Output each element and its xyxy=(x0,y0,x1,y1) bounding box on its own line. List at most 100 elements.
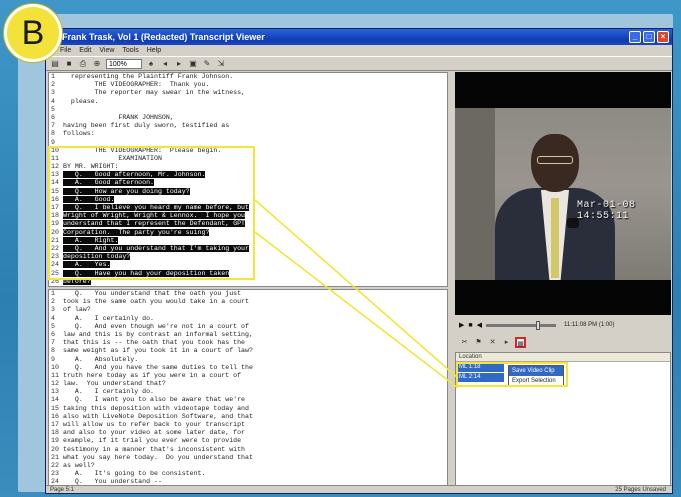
transcript-line[interactable]: 2 took is the same oath you would take in… xyxy=(49,298,447,306)
print-icon[interactable]: ⎙ xyxy=(78,59,88,69)
transcript-line[interactable]: 7 having been first duly sworn, testified… xyxy=(49,122,447,130)
playback-clock: 11:11:08 PM (1:00) xyxy=(564,322,615,328)
transcript-line[interactable]: 6 law and this is by contrast an informal… xyxy=(49,331,447,339)
menu-view[interactable]: View xyxy=(99,45,114,56)
line-text: Q. You understand that the oath you just xyxy=(63,290,242,297)
clip-toolbar: ✂ ⚑ ✕ ▸ ▦ xyxy=(455,334,671,350)
title-bar: Frank Trask, Vol 1 (Redacted) Transcript… xyxy=(46,29,672,45)
transcript-line[interactable]: 1 representing the Plaintiff Frank Johns… xyxy=(49,73,447,81)
line-text: The reporter may swear in the witness, xyxy=(63,89,246,97)
transcript-line[interactable]: 2 THE VIDEOGRAPHER: Thank you. xyxy=(49,81,447,89)
highlight-callout-box xyxy=(48,146,255,280)
transcript-line[interactable]: 12 law. You understand that? xyxy=(49,380,447,388)
line-text: truth here today as if you were in a cou… xyxy=(63,371,242,379)
marker-icon[interactable]: ✎ xyxy=(202,59,212,69)
line-number: 21 xyxy=(51,453,59,461)
transcript-pane-bottom[interactable]: 1 Q. You understand that the oath you ju… xyxy=(48,289,448,489)
playback-slider[interactable] xyxy=(486,320,557,330)
menu-file[interactable]: File xyxy=(60,45,71,56)
line-text: and also to your video at some later dat… xyxy=(63,429,246,437)
line-text: of law? xyxy=(63,306,91,314)
transcript-line[interactable]: 27 A. I have not. xyxy=(49,285,447,286)
menu-help[interactable]: Help xyxy=(147,45,161,56)
line-text: THE VIDEOGRAPHER: Thank you. xyxy=(63,81,210,89)
transcript-line[interactable]: 9 A. Absolutely. xyxy=(49,356,447,364)
line-number: 12 xyxy=(51,380,59,388)
line-text: same weight as if you took it in a court… xyxy=(63,347,253,355)
menu-bar: File Edit View Tools Help xyxy=(46,45,672,56)
delete-icon[interactable]: ✕ xyxy=(487,337,498,348)
play-icon[interactable]: ▶ xyxy=(459,321,464,329)
transcript-line[interactable]: 4 please. xyxy=(49,98,447,106)
video-player[interactable]: Mar-01-08 14:55:11 xyxy=(455,72,671,315)
export-icon[interactable]: ⇲ xyxy=(216,59,226,69)
line-text: testimony in a manner that's inconsisten… xyxy=(63,445,246,453)
line-number: 4 xyxy=(51,314,55,322)
transcript-line[interactable]: 7 that this is -- the oath that you took … xyxy=(49,339,447,347)
transcript-line[interactable]: 21 what you say here today. Do you unders… xyxy=(49,454,447,462)
transcript-line[interactable]: 10 Q. And you have the same duties to te… xyxy=(49,364,447,372)
zoom-select[interactable]: 100% xyxy=(106,58,142,69)
line-text: follows: xyxy=(63,130,95,138)
transcript-line[interactable]: 13 A. I certainly do. xyxy=(49,388,447,396)
transcript-line[interactable]: 1 Q. You understand that the oath you ju… xyxy=(49,290,447,298)
transcript-line[interactable]: 3 The reporter may swear in the witness, xyxy=(49,89,447,97)
close-button[interactable]: × xyxy=(657,31,669,43)
flag-icon[interactable]: ⚑ xyxy=(473,337,484,348)
line-number: 15 xyxy=(51,404,59,412)
transcript-line[interactable]: 5 Q. And even though we're not in a cour… xyxy=(49,323,447,331)
line-number: 14 xyxy=(51,396,59,404)
transcript-line[interactable]: 11 truth here today as if you were in a c… xyxy=(49,372,447,380)
transcript-line[interactable]: 8 same weight as if you took it in a cour… xyxy=(49,347,447,355)
line-text: A. Absolutely. xyxy=(63,355,139,363)
transcript-line[interactable]: 4 A. I certainly do. xyxy=(49,315,447,323)
line-text: having been first duly sworn, testified … xyxy=(63,122,230,130)
transcript-line[interactable]: 5 xyxy=(49,106,447,114)
transcript-line[interactable]: 20 testimony in a manner that's inconsist… xyxy=(49,446,447,454)
line-number: 3 xyxy=(51,89,55,97)
line-number: 1 xyxy=(51,73,55,80)
minimize-button[interactable]: _ xyxy=(629,31,641,43)
zoom-icon[interactable]: ⊕ xyxy=(92,59,102,69)
main-toolbar: ▤ ■ ⎙ ⊕ 100% ♠ ◂ ▸ ▣ ✎ ⇲ xyxy=(46,56,672,71)
prev-icon[interactable]: ◂ xyxy=(160,59,170,69)
step-badge: B xyxy=(4,4,62,62)
transcript-line[interactable]: 16 also with LiveNote Deposition Software… xyxy=(49,413,447,421)
line-number: 2 xyxy=(51,81,55,89)
transcript-line[interactable]: 23 A. It's going to be consistent. xyxy=(49,470,447,478)
play-clip-icon[interactable]: ▸ xyxy=(501,337,512,348)
next-icon[interactable]: ▸ xyxy=(174,59,184,69)
line-text: FRANK JOHNSON, xyxy=(63,113,174,121)
transcript-line[interactable]: 15 taking this deposition with videotape … xyxy=(49,405,447,413)
line-number: 2 xyxy=(51,298,55,306)
stop-icon[interactable]: ■ xyxy=(468,322,472,329)
line-text: law and this is by contrast an informal … xyxy=(63,330,253,338)
view-icon[interactable]: ▣ xyxy=(188,59,198,69)
clip-list[interactable]: Location ML 1:18 ML 2:14 Save Video Clip… xyxy=(455,352,671,488)
line-number: 11 xyxy=(51,371,59,379)
save-clip-icon[interactable]: ▦ xyxy=(515,336,526,348)
find-icon[interactable]: ♠ xyxy=(146,59,156,69)
clip-icon[interactable]: ✂ xyxy=(459,337,470,348)
transcript-line[interactable]: 14 Q. I want you to also be aware that w… xyxy=(49,396,447,404)
video-timestamp: Mar-01-08 14:55:11 xyxy=(577,200,636,222)
status-right: 25 Pages Unsaved xyxy=(615,487,666,493)
menu-tools[interactable]: Tools xyxy=(122,45,138,56)
line-number: 9 xyxy=(51,355,55,363)
line-text: taking this deposition with videotape to… xyxy=(63,404,249,412)
transcript-line[interactable]: 22 as well? xyxy=(49,462,447,470)
transcript-line[interactable]: 3 of law? xyxy=(49,306,447,314)
transcript-line[interactable]: 6 FRANK JOHNSON, xyxy=(49,114,447,122)
transcript-line[interactable]: 8 follows: xyxy=(49,130,447,138)
line-number: 1 xyxy=(51,290,55,297)
rewind-icon[interactable]: ◀ xyxy=(477,321,482,329)
open-icon[interactable]: ▤ xyxy=(50,59,60,69)
line-number: 5 xyxy=(51,105,55,113)
slider-knob[interactable] xyxy=(536,320,541,330)
maximize-button[interactable]: □ xyxy=(643,31,655,43)
transcript-line[interactable]: 17 will allow us to refer back to your tr… xyxy=(49,421,447,429)
transcript-line[interactable]: 19 example, if it trial you ever were to … xyxy=(49,437,447,445)
menu-edit[interactable]: Edit xyxy=(79,45,91,56)
save-icon[interactable]: ■ xyxy=(64,59,74,69)
transcript-line[interactable]: 18 and also to your video at some later d… xyxy=(49,429,447,437)
